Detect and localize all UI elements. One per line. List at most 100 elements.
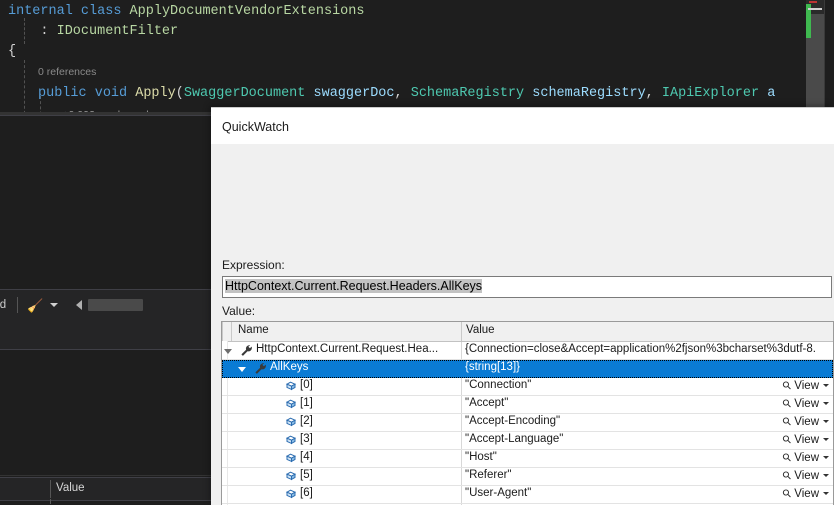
row-column-divider	[461, 360, 462, 377]
toolbar-field[interactable]	[88, 299, 144, 311]
row-value[interactable]: "Accept-Encoding"	[465, 415, 560, 427]
results-found-label: es found	[0, 299, 7, 311]
table-row[interactable]: [3] "Accept-Language" ⚲ View	[222, 432, 833, 450]
view-link-label: View	[794, 488, 819, 500]
code-token: :	[8, 24, 57, 39]
chevron-down-icon[interactable]	[224, 349, 232, 354]
collapse-left-icon[interactable]	[76, 300, 83, 310]
panel-separator	[0, 475, 220, 476]
row-name: AllKeys	[270, 361, 309, 373]
view-link[interactable]: ⚲ View	[780, 469, 829, 483]
row-value[interactable]: "Accept-Language"	[465, 433, 563, 445]
watch-row[interactable]	[0, 499, 220, 504]
view-link-label: View	[794, 470, 819, 482]
row-name: [2]	[300, 415, 313, 427]
row-column-divider	[461, 378, 462, 395]
row-value[interactable]: "Host"	[465, 451, 497, 463]
table-row[interactable]: [4] "Host" ⚲ View	[222, 450, 833, 468]
row-name: [5]	[300, 469, 313, 481]
grid-header-divider-corner	[231, 322, 232, 341]
magnifier-icon: ⚲	[780, 450, 795, 465]
row-value[interactable]: "Referer"	[465, 469, 512, 481]
grid-header-value[interactable]: Value	[466, 324, 495, 336]
table-row[interactable]: [5] "Referer" ⚲ View	[222, 468, 833, 486]
table-row[interactable]: [6] "User-Agent" ⚲ View	[222, 486, 833, 504]
code-line-2: {	[8, 42, 16, 62]
view-link[interactable]: ⚲ View	[780, 397, 829, 411]
row-column-divider	[461, 486, 462, 503]
row-name: [1]	[300, 397, 313, 409]
view-link-label: View	[794, 434, 819, 446]
value-column-header: Value	[56, 482, 85, 494]
code-token: (	[175, 86, 184, 101]
grid-header: Name Value	[222, 322, 833, 342]
code-line-1: : IDocumentFilter	[8, 22, 178, 42]
chevron-down-icon[interactable]	[823, 492, 829, 495]
chevron-down-icon[interactable]	[823, 402, 829, 405]
view-link[interactable]: ⚲ View	[780, 450, 829, 465]
codelens-references[interactable]: 0 references	[38, 62, 96, 82]
code-line-0: internal class ApplyDocumentVendorExtens…	[8, 2, 365, 22]
row-name: [0]	[300, 379, 313, 391]
chevron-down-icon[interactable]	[50, 303, 59, 307]
row-value[interactable]: "Connection"	[465, 379, 531, 391]
table-row[interactable]: AllKeys {string[13]}	[222, 360, 833, 378]
row-column-divider	[461, 396, 462, 413]
chevron-down-icon[interactable]	[823, 420, 829, 423]
view-link[interactable]: ⚲ View	[780, 487, 829, 501]
column-divider[interactable]	[50, 480, 51, 498]
table-row[interactable]: [0] "Connection" ⚲ View	[222, 378, 833, 396]
row-column-divider	[461, 414, 462, 431]
grid-header-divider-mid[interactable]	[461, 322, 462, 341]
element-icon	[284, 416, 297, 429]
element-icon	[284, 452, 297, 465]
value-label: Value:	[222, 304, 256, 318]
row-value[interactable]: "User-Agent"	[465, 487, 531, 499]
row-column-divider	[461, 468, 462, 485]
wrench-icon	[254, 362, 267, 375]
expression-input[interactable]: HttpContext.Current.Request.Headers.AllK…	[222, 276, 832, 298]
chevron-down-icon[interactable]	[238, 367, 246, 372]
table-row[interactable]: HttpContext.Current.Request.Hea... {Conne…	[222, 342, 833, 360]
element-icon	[284, 380, 297, 393]
panel-search-row: ⚲ ↑ ↓ Search Depth:	[0, 349, 220, 377]
row-value[interactable]: {Connection=close&Accept=application%2fj…	[465, 343, 816, 355]
view-link[interactable]: ⚲ View	[780, 433, 829, 447]
view-link[interactable]: ⚲ View	[780, 379, 829, 393]
chevron-down-icon[interactable]	[823, 438, 829, 441]
row-name: [3]	[300, 433, 313, 445]
grid-header-name[interactable]: Name	[238, 324, 269, 336]
view-link-label: View	[794, 380, 819, 392]
grid-rows: HttpContext.Current.Request.Hea... {Conne…	[222, 342, 833, 505]
chevron-down-icon[interactable]	[823, 456, 829, 459]
code-token: IDocumentFilter	[56, 24, 179, 39]
row-name: HttpContext.Current.Request.Hea...	[256, 343, 439, 355]
watch-tree-grid[interactable]: Name Value HttpContext.Current.Request.H…	[221, 321, 834, 505]
view-link[interactable]: ⚲ View	[780, 414, 829, 429]
row-value[interactable]: {string[13]}	[465, 361, 520, 373]
broom-icon[interactable]: 🧹	[27, 299, 43, 312]
grid-header-divider-left	[222, 322, 223, 341]
code-token: void	[94, 86, 128, 101]
magnifier-icon: ⚲	[780, 414, 795, 429]
quickwatch-dialog: QuickWatch Expression: HttpContext.Curre…	[211, 107, 834, 505]
editor-right-edge	[824, 0, 834, 115]
wrench-icon	[240, 344, 253, 357]
code-token: IApiExplorer	[661, 86, 760, 101]
row-value[interactable]: "Accept"	[465, 397, 508, 409]
table-row[interactable]: [1] "Accept" ⚲ View	[222, 396, 833, 414]
code-token: internal	[8, 4, 73, 19]
table-row[interactable]: [2] "Accept-Encoding" ⚲ View	[222, 414, 833, 432]
scrollbar-caret-tick	[808, 8, 822, 10]
code-token: swaggerDoc	[313, 86, 395, 101]
chevron-down-icon[interactable]	[823, 474, 829, 477]
row-column-divider	[461, 342, 462, 359]
code-token: ,	[645, 86, 662, 101]
code-token: Apply	[135, 86, 176, 101]
chevron-down-icon[interactable]	[823, 384, 829, 387]
